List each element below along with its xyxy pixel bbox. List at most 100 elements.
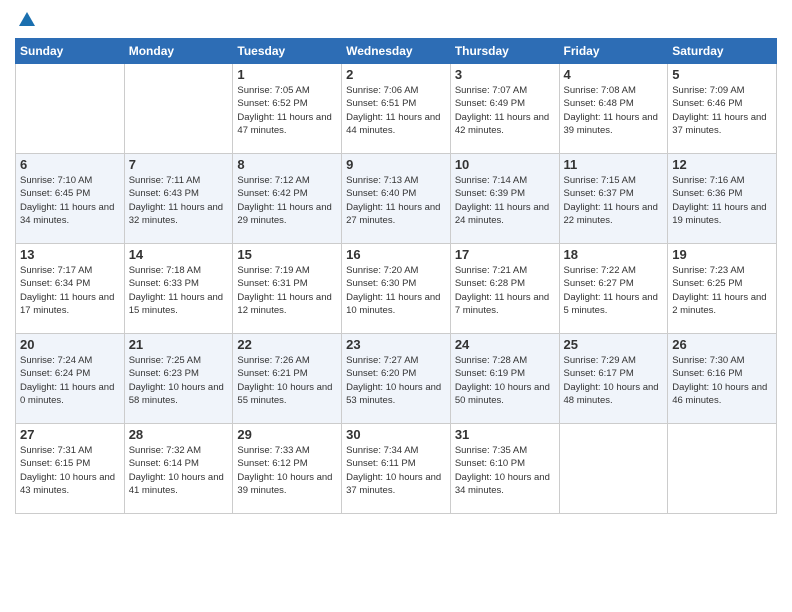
- calendar-cell: 19 Sunrise: 7:23 AMSunset: 6:25 PMDayligh…: [668, 244, 777, 334]
- day-number: 11: [564, 157, 664, 172]
- calendar-cell: 23 Sunrise: 7:27 AMSunset: 6:20 PMDayligh…: [342, 334, 451, 424]
- day-number: 18: [564, 247, 664, 262]
- calendar-cell: 4 Sunrise: 7:08 AMSunset: 6:48 PMDaylight…: [559, 64, 668, 154]
- day-number: 31: [455, 427, 555, 442]
- calendar-cell: 27Sunrise: 7:31 AMSunset: 6:15 PMDayligh…: [16, 424, 125, 514]
- calendar-cell: 31 Sunrise: 7:35 AMSunset: 6:10 PMDayligh…: [450, 424, 559, 514]
- week-row-3: 13Sunrise: 7:17 AMSunset: 6:34 PMDayligh…: [16, 244, 777, 334]
- day-number: 3: [455, 67, 555, 82]
- day-number: 2: [346, 67, 446, 82]
- logo-icon: [17, 10, 37, 30]
- day-info: Sunrise: 7:09 AMSunset: 6:46 PMDaylight:…: [672, 84, 772, 137]
- calendar-cell: 26 Sunrise: 7:30 AMSunset: 6:16 PMDayligh…: [668, 334, 777, 424]
- day-info: Sunrise: 7:18 AMSunset: 6:33 PMDaylight:…: [129, 264, 229, 317]
- day-header-monday: Monday: [124, 39, 233, 64]
- day-info: Sunrise: 7:22 AMSunset: 6:27 PMDaylight:…: [564, 264, 664, 317]
- day-info: Sunrise: 7:32 AMSunset: 6:14 PMDaylight:…: [129, 444, 229, 497]
- calendar-cell: 21 Sunrise: 7:25 AMSunset: 6:23 PMDayligh…: [124, 334, 233, 424]
- day-info: Sunrise: 7:20 AMSunset: 6:30 PMDaylight:…: [346, 264, 446, 317]
- day-number: 7: [129, 157, 229, 172]
- calendar-cell: [124, 64, 233, 154]
- calendar-cell: [16, 64, 125, 154]
- day-info: Sunrise: 7:07 AMSunset: 6:49 PMDaylight:…: [455, 84, 555, 137]
- day-header-sunday: Sunday: [16, 39, 125, 64]
- day-number: 8: [237, 157, 337, 172]
- day-number: 26: [672, 337, 772, 352]
- day-number: 22: [237, 337, 337, 352]
- calendar-cell: [559, 424, 668, 514]
- calendar-cell: 20Sunrise: 7:24 AMSunset: 6:24 PMDayligh…: [16, 334, 125, 424]
- calendar-table: SundayMondayTuesdayWednesdayThursdayFrid…: [15, 38, 777, 514]
- day-info: Sunrise: 7:17 AMSunset: 6:34 PMDaylight:…: [20, 264, 120, 317]
- day-info: Sunrise: 7:19 AMSunset: 6:31 PMDaylight:…: [237, 264, 337, 317]
- day-number: 14: [129, 247, 229, 262]
- calendar-cell: 22 Sunrise: 7:26 AMSunset: 6:21 PMDayligh…: [233, 334, 342, 424]
- day-info: Sunrise: 7:35 AMSunset: 6:10 PMDaylight:…: [455, 444, 555, 497]
- calendar-cell: 3 Sunrise: 7:07 AMSunset: 6:49 PMDaylight…: [450, 64, 559, 154]
- day-info: Sunrise: 7:23 AMSunset: 6:25 PMDaylight:…: [672, 264, 772, 317]
- calendar-cell: 6 Sunrise: 7:10 AMSunset: 6:45 PMDaylight…: [16, 154, 125, 244]
- calendar-cell: 5 Sunrise: 7:09 AMSunset: 6:46 PMDaylight…: [668, 64, 777, 154]
- day-info: Sunrise: 7:25 AMSunset: 6:23 PMDaylight:…: [129, 354, 229, 407]
- day-number: 28: [129, 427, 229, 442]
- day-number: 30: [346, 427, 446, 442]
- day-info: Sunrise: 7:16 AMSunset: 6:36 PMDaylight:…: [672, 174, 772, 227]
- day-number: 19: [672, 247, 772, 262]
- calendar-cell: 14 Sunrise: 7:18 AMSunset: 6:33 PMDayligh…: [124, 244, 233, 334]
- day-info: Sunrise: 7:26 AMSunset: 6:21 PMDaylight:…: [237, 354, 337, 407]
- day-header-thursday: Thursday: [450, 39, 559, 64]
- calendar-cell: 13Sunrise: 7:17 AMSunset: 6:34 PMDayligh…: [16, 244, 125, 334]
- day-info: Sunrise: 7:14 AMSunset: 6:39 PMDaylight:…: [455, 174, 555, 227]
- week-row-5: 27Sunrise: 7:31 AMSunset: 6:15 PMDayligh…: [16, 424, 777, 514]
- day-info: Sunrise: 7:21 AMSunset: 6:28 PMDaylight:…: [455, 264, 555, 317]
- day-info: Sunrise: 7:15 AMSunset: 6:37 PMDaylight:…: [564, 174, 664, 227]
- day-info: Sunrise: 7:31 AMSunset: 6:15 PMDaylight:…: [20, 444, 120, 497]
- calendar-cell: 18 Sunrise: 7:22 AMSunset: 6:27 PMDayligh…: [559, 244, 668, 334]
- day-number: 4: [564, 67, 664, 82]
- day-header-wednesday: Wednesday: [342, 39, 451, 64]
- calendar-cell: 17 Sunrise: 7:21 AMSunset: 6:28 PMDayligh…: [450, 244, 559, 334]
- calendar-cell: 16 Sunrise: 7:20 AMSunset: 6:30 PMDayligh…: [342, 244, 451, 334]
- day-info: Sunrise: 7:30 AMSunset: 6:16 PMDaylight:…: [672, 354, 772, 407]
- calendar-cell: 30 Sunrise: 7:34 AMSunset: 6:11 PMDayligh…: [342, 424, 451, 514]
- day-info: Sunrise: 7:06 AMSunset: 6:51 PMDaylight:…: [346, 84, 446, 137]
- calendar-cell: 24Sunrise: 7:28 AMSunset: 6:19 PMDayligh…: [450, 334, 559, 424]
- calendar-cell: 12 Sunrise: 7:16 AMSunset: 6:36 PMDayligh…: [668, 154, 777, 244]
- week-row-2: 6 Sunrise: 7:10 AMSunset: 6:45 PMDaylight…: [16, 154, 777, 244]
- day-info: Sunrise: 7:33 AMSunset: 6:12 PMDaylight:…: [237, 444, 337, 497]
- day-info: Sunrise: 7:34 AMSunset: 6:11 PMDaylight:…: [346, 444, 446, 497]
- logo: [15, 10, 37, 32]
- day-number: 12: [672, 157, 772, 172]
- day-number: 5: [672, 67, 772, 82]
- calendar-cell: 28 Sunrise: 7:32 AMSunset: 6:14 PMDayligh…: [124, 424, 233, 514]
- day-number: 1: [237, 67, 337, 82]
- day-info: Sunrise: 7:11 AMSunset: 6:43 PMDaylight:…: [129, 174, 229, 227]
- day-info: Sunrise: 7:27 AMSunset: 6:20 PMDaylight:…: [346, 354, 446, 407]
- week-row-1: 1Sunrise: 7:05 AMSunset: 6:52 PMDaylight…: [16, 64, 777, 154]
- header-row: SundayMondayTuesdayWednesdayThursdayFrid…: [16, 39, 777, 64]
- day-info: Sunrise: 7:13 AMSunset: 6:40 PMDaylight:…: [346, 174, 446, 227]
- day-number: 23: [346, 337, 446, 352]
- day-header-friday: Friday: [559, 39, 668, 64]
- calendar-cell: 10 Sunrise: 7:14 AMSunset: 6:39 PMDayligh…: [450, 154, 559, 244]
- day-info: Sunrise: 7:10 AMSunset: 6:45 PMDaylight:…: [20, 174, 120, 227]
- day-info: Sunrise: 7:24 AMSunset: 6:24 PMDaylight:…: [20, 354, 120, 407]
- page: SundayMondayTuesdayWednesdayThursdayFrid…: [0, 0, 792, 524]
- calendar-cell: 25Sunrise: 7:29 AMSunset: 6:17 PMDayligh…: [559, 334, 668, 424]
- day-number: 6: [20, 157, 120, 172]
- calendar-cell: 8 Sunrise: 7:12 AMSunset: 6:42 PMDaylight…: [233, 154, 342, 244]
- day-number: 21: [129, 337, 229, 352]
- day-number: 10: [455, 157, 555, 172]
- day-info: Sunrise: 7:08 AMSunset: 6:48 PMDaylight:…: [564, 84, 664, 137]
- day-info: Sunrise: 7:12 AMSunset: 6:42 PMDaylight:…: [237, 174, 337, 227]
- day-number: 16: [346, 247, 446, 262]
- calendar-cell: 9 Sunrise: 7:13 AMSunset: 6:40 PMDaylight…: [342, 154, 451, 244]
- week-row-4: 20Sunrise: 7:24 AMSunset: 6:24 PMDayligh…: [16, 334, 777, 424]
- calendar-cell: [668, 424, 777, 514]
- day-number: 17: [455, 247, 555, 262]
- day-header-saturday: Saturday: [668, 39, 777, 64]
- day-number: 9: [346, 157, 446, 172]
- day-info: Sunrise: 7:28 AMSunset: 6:19 PMDaylight:…: [455, 354, 555, 407]
- header: [15, 10, 777, 32]
- day-info: Sunrise: 7:29 AMSunset: 6:17 PMDaylight:…: [564, 354, 664, 407]
